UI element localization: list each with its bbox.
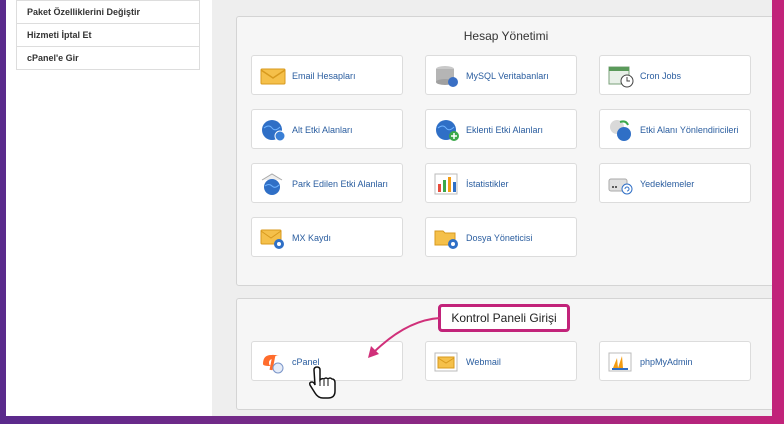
- watermark-logo: WPMAVI: [22, 400, 62, 410]
- tile-domain-redirects[interactable]: Etki Alanı Yönlendiricileri: [599, 109, 751, 149]
- parked-globe-icon: [261, 173, 283, 195]
- arrow-annotation: [368, 317, 441, 358]
- tile-file-manager[interactable]: Dosya Yöneticisi: [425, 217, 577, 257]
- cpanel-icon: [263, 354, 284, 374]
- database-icon: [436, 66, 458, 87]
- tile-label: phpMyAdmin: [640, 357, 693, 367]
- tile-mx-record[interactable]: MX Kaydı: [251, 217, 403, 257]
- tile-label: MX Kaydı: [292, 233, 332, 243]
- tile-label: Cron Jobs: [640, 71, 682, 81]
- tile-label: Park Edilen Etki Alanları: [292, 179, 389, 189]
- folder-icon: [434, 230, 458, 249]
- tile-webmail[interactable]: Webmail: [425, 341, 577, 381]
- hand-cursor-icon: [309, 366, 336, 399]
- mx-envelope-icon: [260, 229, 284, 249]
- sidebar-item-login-cpanel[interactable]: cPanel'e Gir: [16, 47, 200, 70]
- panel-title: Hesap Yönetimi: [463, 29, 549, 43]
- page-frame: Paket Özelliklerini Değiştir Hizmeti İpt…: [6, 0, 772, 416]
- tile-label: Eklenti Etki Alanları: [466, 125, 544, 135]
- redirect-icon: [610, 120, 631, 141]
- tile-label: Dosya Yöneticisi: [466, 233, 533, 243]
- sidebar-item-cancel-service[interactable]: Hizmeti İptal Et: [16, 24, 200, 47]
- globe-add-icon: [436, 120, 459, 141]
- tile-label: Webmail: [466, 357, 501, 367]
- tile-label: Etki Alanı Yönlendiricileri: [640, 125, 739, 135]
- tile-addon-domains[interactable]: Eklenti Etki Alanları: [425, 109, 577, 149]
- tile-email-accounts[interactable]: Email Hesapları: [251, 55, 403, 95]
- control-panel-title-highlight: Kontrol Paneli Girişi: [438, 304, 570, 332]
- sidebar-item-change-package[interactable]: Paket Özelliklerini Değiştir: [16, 0, 200, 24]
- bar-chart-icon: [434, 173, 458, 195]
- tile-phpmyadmin[interactable]: phpMyAdmin: [599, 341, 751, 381]
- phpmyadmin-icon: [608, 352, 632, 372]
- globe-icon: [262, 120, 286, 142]
- envelope-icon: [260, 68, 286, 85]
- tile-parked-domains[interactable]: Park Edilen Etki Alanları: [251, 163, 403, 203]
- tile-mysql-databases[interactable]: MySQL Veritabanları: [425, 55, 577, 95]
- backup-drive-icon: [608, 178, 633, 195]
- account-management-panel: Hesap Yönetimi Email Hesapları MySQL Ver…: [236, 16, 772, 286]
- tile-backups[interactable]: Yedeklemeler: [599, 163, 751, 203]
- tile-label: MySQL Veritabanları: [466, 71, 549, 81]
- tile-label: Alt Etki Alanları: [292, 125, 353, 135]
- tile-label: İstatistikler: [466, 179, 509, 189]
- tile-statistics[interactable]: İstatistikler: [425, 163, 577, 203]
- tile-cron-jobs[interactable]: Cron Jobs: [599, 55, 751, 95]
- tile-subdomains[interactable]: Alt Etki Alanları: [251, 109, 403, 149]
- tile-label: Yedeklemeler: [640, 179, 695, 189]
- sidebar: Paket Özelliklerini Değiştir Hizmeti İpt…: [16, 0, 200, 70]
- tile-label: Email Hesapları: [292, 71, 356, 81]
- main-content: Hesap Yönetimi Email Hesapları MySQL Ver…: [212, 0, 772, 416]
- clock-icon: [608, 66, 634, 88]
